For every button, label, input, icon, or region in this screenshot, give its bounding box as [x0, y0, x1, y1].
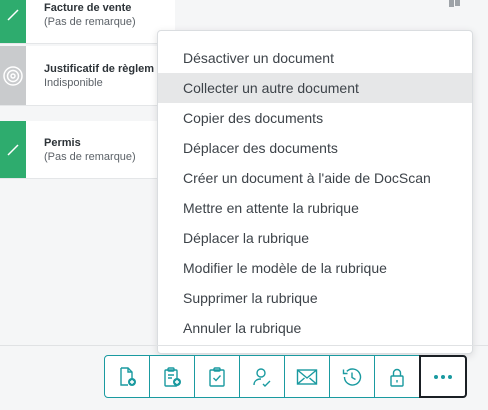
menu-item-collect-another-document[interactable]: Collecter un autre document	[158, 73, 472, 103]
action-toolbar	[104, 355, 467, 398]
menu-item-move-documents[interactable]: Déplacer des documents	[158, 133, 472, 163]
document-title: Permis	[44, 136, 81, 149]
check-icon	[7, 8, 19, 21]
menu-item-copy-documents[interactable]: Copier des documents	[158, 103, 472, 133]
divider	[0, 345, 488, 346]
send-email-button[interactable]	[284, 355, 330, 398]
history-button[interactable]	[329, 355, 375, 398]
validate-button[interactable]	[194, 355, 240, 398]
document-remark: (Pas de remarque)	[44, 15, 136, 28]
menu-item-create-with-docscan[interactable]: Créer un document à l'aide de DocScan	[158, 163, 472, 193]
menu-item-put-section-on-hold[interactable]: Mettre en attente la rubrique	[158, 193, 472, 223]
status-indicator	[0, 121, 26, 178]
document-remark: (Pas de remarque)	[44, 150, 136, 163]
document-card[interactable]: Justificatif de règlem Indisponible	[0, 46, 175, 106]
add-clipboard-icon	[164, 366, 181, 387]
menu-item-delete-section[interactable]: Supprimer la rubrique	[158, 283, 472, 313]
history-icon	[342, 367, 362, 386]
menu-item-move-section[interactable]: Déplacer la rubrique	[158, 223, 472, 253]
add-to-clipboard-button[interactable]	[149, 355, 195, 398]
add-document-icon	[120, 366, 136, 386]
user-sign-icon	[253, 367, 271, 387]
document-remark: Indisponible	[44, 76, 103, 89]
sign-button[interactable]	[239, 355, 285, 398]
document-stack-icon[interactable]	[447, 0, 461, 8]
check-icon	[7, 143, 19, 156]
document-title: Justificatif de règlem	[44, 62, 155, 75]
document-card[interactable]: Permis (Pas de remarque)	[0, 121, 175, 179]
document-title: Facture de vente	[44, 1, 132, 14]
menu-item-edit-section-template[interactable]: Modifier le modèle de la rubrique	[158, 253, 472, 283]
actions-context-menu: Désactiver un document Collecter un autr…	[157, 30, 473, 354]
document-card[interactable]: Facture de vente (Pas de remarque)	[0, 0, 175, 44]
more-icon	[434, 374, 452, 379]
envelope-icon	[296, 368, 318, 385]
menu-item-cancel-section[interactable]: Annuler la rubrique	[158, 313, 472, 343]
menu-item-deactivate-document[interactable]: Désactiver un document	[158, 43, 472, 73]
status-indicator	[0, 46, 26, 105]
clipboard-check-icon	[209, 366, 225, 387]
lock-icon	[390, 368, 404, 387]
lock-button[interactable]	[374, 355, 420, 398]
add-document-button[interactable]	[104, 355, 150, 398]
more-actions-button[interactable]	[419, 355, 467, 398]
status-indicator	[0, 0, 26, 43]
target-icon	[3, 65, 23, 86]
